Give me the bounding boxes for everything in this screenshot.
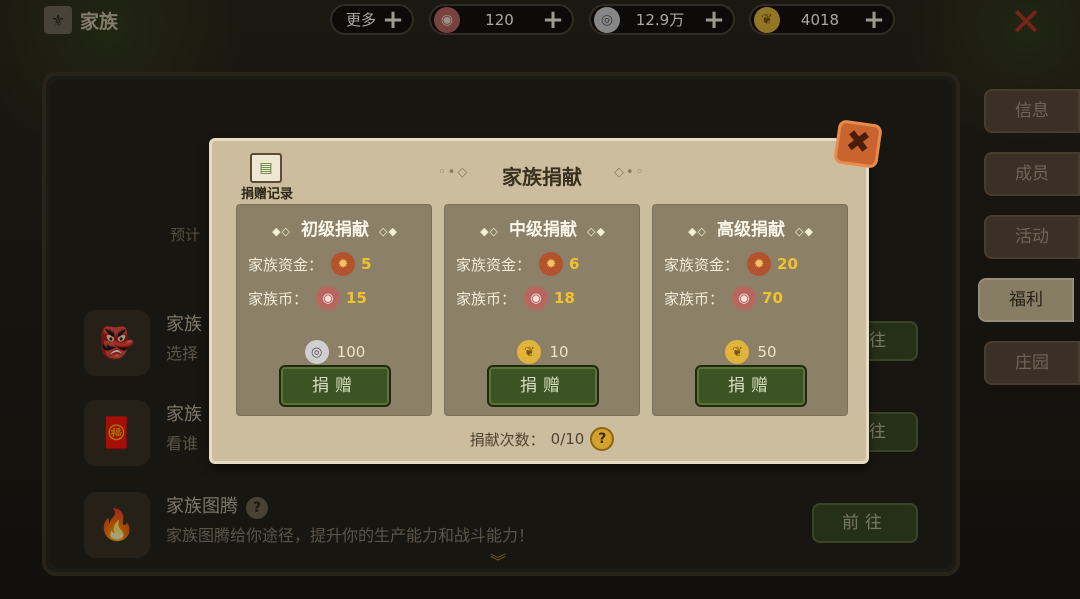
coin-reward: 家族币： ◉ 70 (664, 285, 783, 311)
family-fund-icon: ✹ (539, 252, 564, 276)
fund-value: 6 (569, 255, 580, 273)
count-value: 0/10 (550, 430, 585, 448)
coin-label: 家族币： (664, 289, 725, 308)
donate-button[interactable]: 捐赠 (487, 365, 599, 407)
dialog-title: 家族捐献 (502, 165, 582, 189)
cost-value: 10 (549, 343, 569, 361)
tier-name: ◆◇ 初级捐献 ◇◆ (237, 215, 433, 240)
fund-value: 5 (361, 255, 372, 273)
tier-name: ◆◇ 高级捐献 ◇◆ (653, 215, 849, 240)
family-fund-icon: ✹ (747, 252, 772, 276)
tier-name: ◆◇ 中级捐献 ◇◆ (445, 215, 641, 240)
deco-icon: ◆◇ (480, 225, 499, 238)
family-coin-icon: ◉ (524, 286, 549, 310)
cost-value: 50 (757, 343, 777, 361)
coin-reward: 家族币： ◉ 15 (248, 285, 367, 311)
title-deco-right: ◇•◦ (614, 165, 646, 180)
deco-icon: ◇◆ (795, 225, 814, 238)
coin-reward: 家族币： ◉ 18 (456, 285, 575, 311)
gold-leaf-icon: ❦ (517, 340, 542, 364)
tier-name-text: 初级捐献 (301, 220, 369, 240)
family-coin-icon: ◉ (732, 286, 757, 310)
coin-value: 15 (346, 289, 367, 307)
coin-label: 家族币： (456, 289, 517, 308)
close-dialog-button[interactable]: ✖ (833, 119, 883, 169)
fund-label: 家族资金： (456, 255, 532, 274)
donation-dialog: ▤ 捐赠记录 ◦•◇ 家族捐献 ◇•◦ ◆◇ 初级捐献 ◇◆ 家族资金： ✹ 5 家… (209, 138, 869, 464)
silver-icon: ◎ (304, 340, 329, 364)
fund-reward: 家族资金： ✹ 5 (248, 251, 371, 277)
tier-card-advanced: ◆◇ 高级捐献 ◇◆ 家族资金： ✹ 20 家族币： ◉ 70 ❦ 50 捐赠 (652, 204, 848, 416)
donation-cost: ❦ 10 (445, 339, 641, 365)
count-label: 捐献次数： (469, 430, 545, 449)
coin-value: 70 (762, 289, 783, 307)
donation-cost: ❦ 50 (653, 339, 849, 365)
fund-label: 家族资金： (664, 255, 740, 274)
tier-name-text: 中级捐献 (509, 220, 577, 240)
tier-card-intermediate: ◆◇ 中级捐献 ◇◆ 家族资金： ✹ 6 家族币： ◉ 18 ❦ 10 捐赠 (444, 204, 640, 416)
donate-button[interactable]: 捐赠 (695, 365, 807, 407)
family-fund-icon: ✹ (331, 252, 356, 276)
deco-icon: ◇◆ (379, 225, 398, 238)
family-coin-icon: ◉ (316, 286, 341, 310)
tier-card-basic: ◆◇ 初级捐献 ◇◆ 家族资金： ✹ 5 家族币： ◉ 15 ◎ 100 捐赠 (236, 204, 432, 416)
fund-reward: 家族资金： ✹ 6 (456, 251, 579, 277)
fund-label: 家族资金： (248, 255, 324, 274)
fund-value: 20 (777, 255, 798, 273)
coin-label: 家族币： (248, 289, 309, 308)
gold-leaf-icon: ❦ (725, 340, 750, 364)
tier-name-text: 高级捐献 (717, 220, 785, 240)
donation-cost: ◎ 100 (237, 339, 433, 365)
help-icon[interactable]: ? (590, 427, 615, 451)
deco-icon: ◇◆ (587, 225, 606, 238)
fund-reward: 家族资金： ✹ 20 (664, 251, 798, 277)
donation-count: 捐献次数： 0/10 ? (212, 426, 872, 452)
cost-value: 100 (336, 343, 366, 361)
donate-button[interactable]: 捐赠 (279, 365, 391, 407)
deco-icon: ◆◇ (272, 225, 291, 238)
deco-icon: ◆◇ (688, 225, 707, 238)
coin-value: 18 (554, 289, 575, 307)
